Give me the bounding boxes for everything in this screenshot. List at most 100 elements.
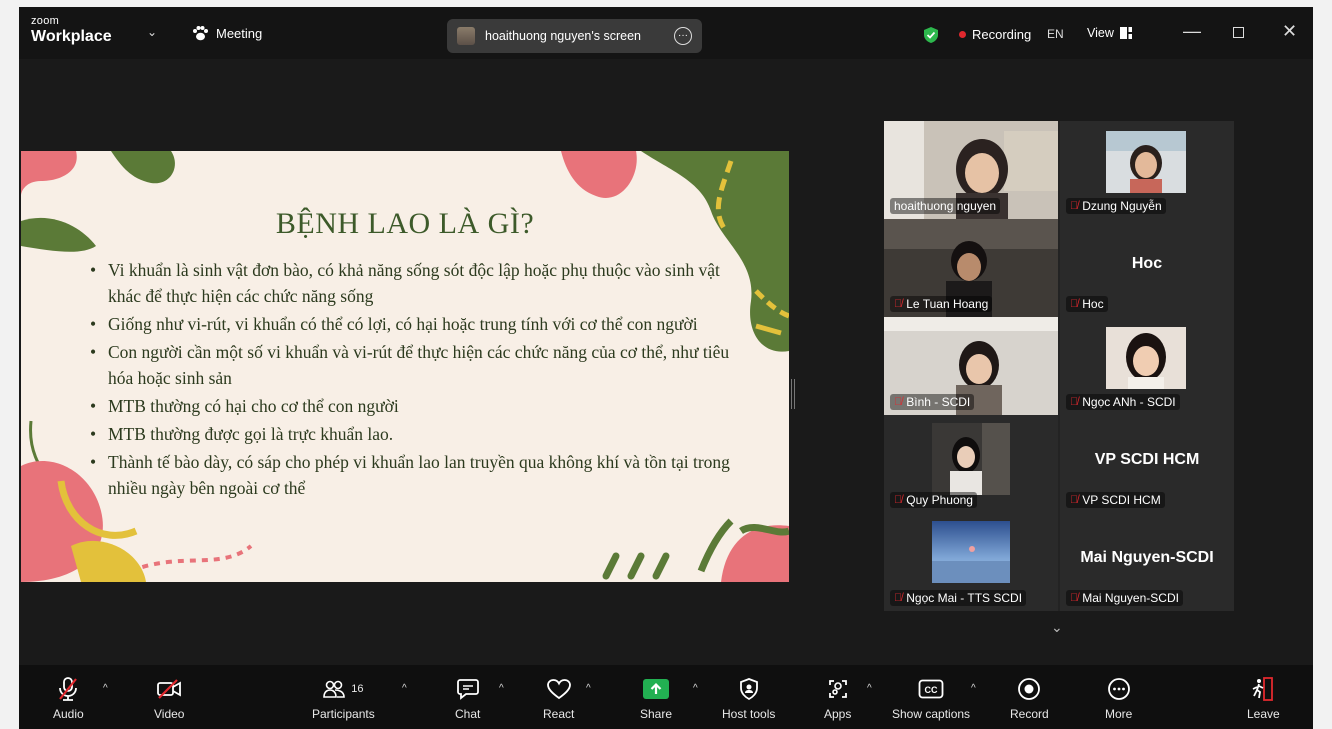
video-button[interactable]: Video [154, 675, 184, 721]
share-screen-icon [643, 679, 670, 699]
participant-tile[interactable]: 🎙̸ Ngọc Mai - TTS SCDI [884, 513, 1058, 611]
muted-microphone-icon [59, 677, 78, 701]
audio-button[interactable]: Audio [53, 675, 84, 721]
participants-label: Participants [312, 707, 375, 721]
slide-bullet: MTB thường có hại cho cơ thể con người [88, 393, 738, 419]
security-shield-icon[interactable] [923, 26, 939, 44]
share-options-chevron-up-icon[interactable]: ^ [693, 683, 698, 694]
slide-bullet: Con người cần một số vi khuẩn và vi-rút … [88, 339, 738, 391]
participant-namebar: 🎙̸ Bình - SCDI [890, 394, 975, 410]
leave-door-icon [1252, 677, 1274, 701]
close-icon[interactable]: ✕ [1282, 21, 1297, 42]
participant-display-name: Hoc [1131, 255, 1163, 272]
screen-share-label: hoaithuong nguyen's screen [485, 29, 641, 43]
participant-name: Le Tuan Hoang [906, 297, 989, 311]
participant-tile[interactable]: 🎙̸ Le Tuan Hoang [884, 219, 1058, 317]
participant-tile[interactable]: 🎙̸ Dzung Nguyễn [1060, 121, 1234, 219]
muted-microphone-icon: 🎙̸ [1070, 298, 1079, 310]
apps-button[interactable]: Apps [824, 675, 851, 721]
participant-name: Ngọc Mai - TTS SCDI [906, 591, 1023, 605]
more-button[interactable]: More [1105, 675, 1132, 721]
muted-microphone-icon: 🎙̸ [1070, 592, 1079, 604]
participant-video [1106, 131, 1186, 193]
slide-title: BỆNH LAO LÀ GÌ? [275, 207, 535, 240]
heart-icon [546, 679, 571, 700]
language-indicator[interactable]: EN [1047, 27, 1064, 41]
audio-label: Audio [53, 707, 84, 721]
participant-tile[interactable]: hoaithuong nguyen [884, 121, 1058, 219]
host-shield-icon [739, 678, 758, 700]
sharer-avatar [457, 27, 475, 45]
participants-options-chevron-up-icon[interactable]: ^ [402, 683, 407, 694]
slide-bullet: MTB thường được gọi là trực khuẩn lao. [88, 421, 738, 447]
record-icon [1018, 678, 1041, 700]
share-label: Share [640, 707, 673, 721]
participant-name: VP SCDI HCM [1082, 493, 1161, 507]
shared-slide: BỆNH LAO LÀ GÌ? Vi khuẩn là sinh vật đơn… [21, 151, 789, 582]
react-button[interactable]: React [543, 675, 574, 721]
participant-tile[interactable]: 🎙̸ Bình - SCDI [884, 317, 1058, 415]
audio-options-chevron-up-icon[interactable]: ^ [103, 683, 108, 694]
participant-name: Hoc [1082, 297, 1104, 311]
apps-icon [828, 680, 847, 698]
apps-options-chevron-up-icon[interactable]: ^ [867, 683, 872, 694]
participant-namebar: 🎙̸ Ngọc ANh - SCDI [1066, 394, 1180, 410]
record-label: Record [1010, 707, 1049, 721]
participant-gallery: hoaithuong nguyen 🎙̸ Dzung Nguyễn 🎙̸ Le Tu… [884, 121, 1234, 611]
share-button[interactable]: Share [640, 675, 672, 721]
show-captions-label: Show captions [892, 707, 971, 721]
video-label: Video [154, 707, 185, 721]
record-button[interactable]: Record [1010, 675, 1049, 721]
participant-video [1106, 327, 1186, 389]
share-options-icon[interactable]: ··· [674, 27, 692, 45]
participants-button[interactable]: 16 Participants [312, 675, 375, 721]
participant-count: 16 [351, 683, 364, 695]
chat-button[interactable]: Chat [455, 675, 480, 721]
more-options-icon [1107, 678, 1130, 700]
participant-display-name: VP SCDI HCM [1094, 451, 1200, 468]
muted-microphone-icon: 🎙̸ [894, 592, 903, 604]
slide-bullet: Thành tế bào dày, có sáp cho phép vi khu… [88, 449, 738, 501]
participant-name: Quy Phuong [906, 493, 973, 507]
participant-tile[interactable]: 🎙̸ Quy Phuong [884, 415, 1058, 513]
panel-resize-handle[interactable] [791, 379, 795, 409]
maximize-icon[interactable] [1233, 27, 1244, 38]
leave-label: Leave [1247, 707, 1280, 721]
host-tools-button[interactable]: Host tools [722, 675, 775, 721]
participant-display-name: Mai Nguyen-SCDI [1080, 549, 1214, 566]
host-tools-label: Host tools [722, 707, 776, 721]
screen-share-indicator[interactable]: hoaithuong nguyen's screen ··· [447, 19, 702, 53]
view-label: View [1087, 26, 1114, 40]
slide-bullet-list: Vi khuẩn là sinh vật đơn bào, có khả năn… [88, 257, 738, 503]
react-label: React [543, 707, 575, 721]
gallery-next-page-chevron-icon[interactable]: ⌄ [1051, 619, 1063, 636]
muted-microphone-icon: 🎙̸ [1070, 494, 1079, 506]
minimize-icon[interactable]: — [1183, 21, 1201, 42]
chat-bubble-icon [456, 679, 479, 700]
app-brand: zoom Workplace [31, 16, 112, 45]
react-options-chevron-up-icon[interactable]: ^ [586, 683, 591, 694]
leave-button[interactable]: Leave [1247, 675, 1280, 721]
participant-namebar: 🎙̸ Ngọc Mai - TTS SCDI [890, 590, 1027, 606]
brand-chevron-down-icon[interactable]: ⌄ [147, 25, 157, 39]
participant-tile[interactable]: VP SCDI HCM 🎙̸ VP SCDI HCM [1060, 415, 1234, 513]
grid-icon [1119, 27, 1132, 39]
participant-tile[interactable]: Hoc 🎙̸ Hoc [1060, 219, 1234, 317]
participant-namebar: 🎙̸ Mai Nguyen-SCDI [1066, 590, 1183, 606]
participant-tile[interactable]: 🎙̸ Ngọc ANh - SCDI [1060, 317, 1234, 415]
participant-namebar: hoaithuong nguyen [890, 198, 1001, 214]
participant-video [932, 521, 1010, 583]
muted-microphone-icon: 🎙̸ [1070, 200, 1079, 212]
slide-bullet: Giống như vi-rút, vi khuẩn có thể có lợi… [88, 311, 738, 337]
brand-small: zoom [31, 15, 60, 27]
recording-indicator[interactable]: Recording [959, 27, 1031, 42]
participant-tile[interactable]: Mai Nguyen-SCDI 🎙̸ Mai Nguyen-SCDI [1060, 513, 1234, 611]
meeting-menu[interactable]: Meeting [192, 26, 262, 41]
chat-options-chevron-up-icon[interactable]: ^ [499, 683, 504, 694]
captions-options-chevron-up-icon[interactable]: ^ [971, 683, 976, 694]
show-captions-button[interactable]: CC Show captions [892, 675, 970, 721]
muted-microphone-icon: 🎙̸ [1070, 396, 1079, 408]
participant-video [932, 423, 1010, 495]
view-button[interactable]: View [1087, 26, 1132, 40]
zoom-window: zoom Workplace ⌄ Meeting hoaithuong nguy… [19, 7, 1313, 729]
